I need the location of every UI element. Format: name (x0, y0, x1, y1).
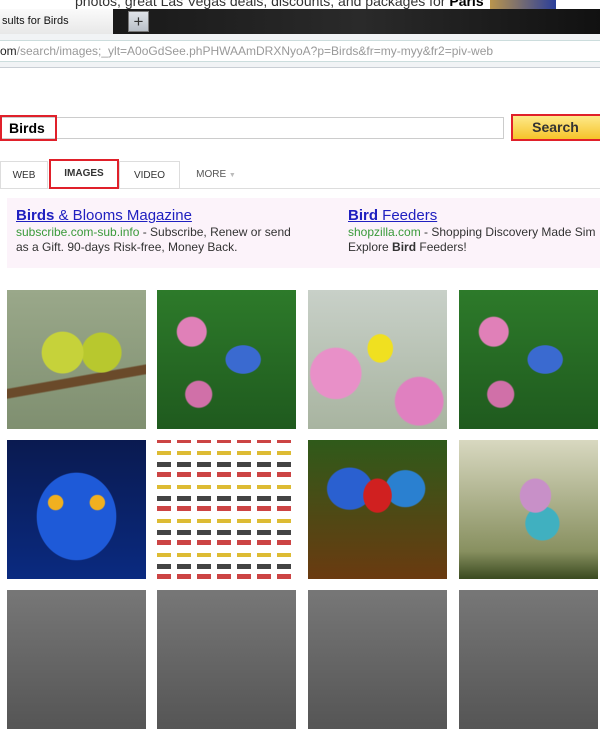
image-thumbnail-blue-jay-blossoms[interactable] (459, 290, 598, 429)
url-host: om (0, 44, 17, 58)
background-text: photos, great Las Vegas deals, discounts… (75, 0, 446, 9)
tab-more[interactable]: MORE ▼ (196, 161, 236, 189)
search-input[interactable] (0, 117, 504, 139)
image-thumbnail-blue-owl[interactable] (7, 440, 146, 579)
image-thumbnail-lovebirds[interactable] (7, 290, 146, 429)
ad-title-link[interactable]: Bird Feeders (348, 206, 595, 225)
image-thumbnail-lilac-breasted-roller[interactable] (459, 440, 598, 579)
ad-desc-2: Explore (348, 240, 393, 254)
tab-images[interactable]: IMAGES (49, 159, 119, 189)
search-button[interactable]: Search (511, 114, 600, 141)
new-tab-button[interactable]: + (128, 11, 149, 32)
ad-item: Bird Feeders shopzilla.com - Shopping Di… (348, 206, 596, 254)
sponsored-ads: Birds & Blooms Magazine subscribe.com-su… (7, 198, 600, 268)
ad-desc-2: as a Gift. 90-days Risk-free, Money Back… (16, 240, 238, 254)
search-query-highlight[interactable]: Birds (0, 115, 57, 141)
tab-video[interactable]: VIDEO (119, 161, 180, 189)
tab-web[interactable]: WEB (0, 161, 48, 189)
image-thumbnail-bird-chart[interactable] (157, 440, 296, 579)
ad-desc: - Subscribe, Renew or send (139, 225, 291, 239)
browser-tab[interactable]: sults for Birds (0, 9, 113, 34)
image-thumbnail-bird[interactable] (459, 590, 598, 729)
background-text-bold: Paris (449, 0, 484, 9)
image-thumbnail-bird[interactable] (308, 590, 447, 729)
ad-desc: - Shopping Discovery Made Sim (420, 225, 596, 239)
image-thumbnail-scarlet-macaw[interactable] (308, 440, 447, 579)
ad-item: Birds & Blooms Magazine subscribe.com-su… (16, 206, 291, 255)
tab-more-label: MORE (196, 169, 227, 180)
address-bar: om/search/images;_ylt=A0oGdSee.phPHWAAmD… (0, 34, 600, 68)
caret-down-icon: ▼ (228, 172, 236, 179)
url-path: /search/images;_ylt=A0oGdSee.phPHWAAmDRX… (16, 44, 494, 58)
image-thumbnail-goldfinch-blossoms[interactable] (308, 290, 447, 429)
image-thumbnail-bird[interactable] (157, 590, 296, 729)
ad-domain[interactable]: subscribe.com-sub.info (16, 225, 139, 239)
image-thumbnail-blue-jay-blossoms[interactable] (157, 290, 296, 429)
browser-tab-bar: sults for Birds + (0, 9, 600, 34)
image-thumbnail-bird[interactable] (7, 590, 146, 729)
background-image (490, 0, 556, 9)
ad-title-link[interactable]: Birds & Blooms Magazine (16, 206, 291, 225)
ad-domain[interactable]: shopzilla.com (348, 225, 421, 239)
search-vertical-tabs: WEB IMAGES VIDEO MORE ▼ (0, 159, 600, 189)
url-input[interactable]: om/search/images;_ylt=A0oGdSee.phPHWAAmD… (0, 40, 600, 62)
